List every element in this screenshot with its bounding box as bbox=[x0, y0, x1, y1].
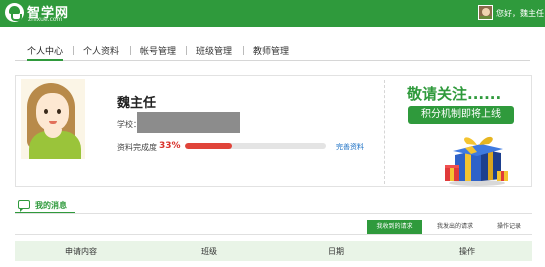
tab-divider bbox=[186, 46, 187, 55]
message-subtabs: 我收到的请求 我发出的请求 操作记录 bbox=[367, 220, 532, 234]
logo-graduate-icon bbox=[5, 3, 24, 22]
column-header-request-content: 申请内容 bbox=[65, 247, 97, 256]
user-name: 魏主任 bbox=[117, 96, 157, 111]
section-divider bbox=[15, 213, 532, 214]
promo-divider bbox=[384, 80, 385, 184]
subtab-divider bbox=[15, 234, 532, 235]
user-greeting[interactable]: 您好，魏主任！ bbox=[496, 8, 545, 19]
main-tabs: 个人中心 个人资料 帐号管理 班级管理 教师管理 bbox=[15, 40, 530, 61]
tab-personal-center[interactable]: 个人中心 bbox=[27, 44, 64, 61]
progress-percent: 33% bbox=[159, 141, 181, 151]
promo-title: 敬请关注...... bbox=[407, 85, 502, 103]
profile-avatar[interactable] bbox=[21, 79, 85, 159]
user-avatar[interactable] bbox=[478, 5, 493, 20]
site-logo[interactable]: 智学网 zhixue.com bbox=[5, 2, 81, 24]
column-header-action: 操作 bbox=[459, 247, 475, 256]
progress-label: 资料完成度 bbox=[117, 143, 157, 152]
subtab-sent-requests[interactable]: 我发出的请求 bbox=[429, 220, 481, 234]
school-value-redacted bbox=[137, 112, 240, 133]
subtab-operation-log[interactable]: 操作记录 bbox=[489, 220, 529, 234]
profile-card: 魏主任 学校： 资料完成度 33% 完善资料 敬请关注...... 积分机制即将… bbox=[15, 75, 532, 187]
gift-box-icon bbox=[445, 136, 508, 186]
tab-divider bbox=[130, 46, 131, 55]
messages-section-title: 我的消息 bbox=[15, 199, 75, 214]
tab-account-management[interactable]: 帐号管理 bbox=[140, 44, 176, 61]
subtab-received-requests[interactable]: 我收到的请求 bbox=[367, 220, 422, 234]
column-header-date: 日期 bbox=[328, 247, 344, 256]
tab-divider bbox=[73, 46, 74, 55]
message-icon bbox=[18, 200, 30, 212]
top-bar: 智学网 zhixue.com 您好，魏主任！ bbox=[0, 0, 545, 27]
tab-personal-info[interactable]: 个人资料 bbox=[83, 44, 119, 61]
complete-profile-link[interactable]: 完善资料 bbox=[336, 142, 364, 152]
tab-class-management[interactable]: 班级管理 bbox=[196, 44, 232, 61]
progress-fill bbox=[185, 143, 232, 149]
tab-teacher-management[interactable]: 教师管理 bbox=[253, 44, 289, 61]
column-header-class: 班级 bbox=[201, 247, 217, 256]
progress-bar bbox=[185, 143, 326, 149]
messages-table-header: 申请内容 班级 日期 操作 bbox=[15, 241, 532, 261]
messages-title: 我的消息 bbox=[35, 201, 67, 210]
logo-domain: zhixue.com bbox=[28, 16, 63, 23]
promo-banner: 积分机制即将上线 bbox=[408, 106, 514, 124]
tab-divider bbox=[243, 46, 244, 55]
